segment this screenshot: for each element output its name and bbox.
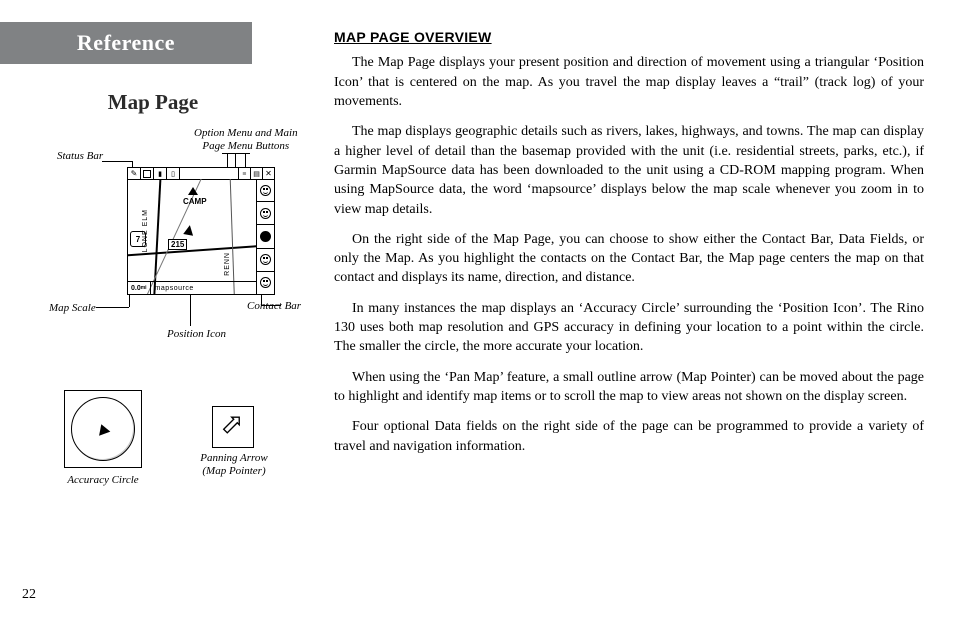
body-paragraph: In many instances the map displays an ‘A… xyxy=(334,299,924,357)
battery-icon: ▯ xyxy=(167,168,179,179)
accuracy-circle-figure xyxy=(64,390,142,468)
leader-line xyxy=(96,307,129,308)
manual-page: Reference Map Page Status Bar Option Men… xyxy=(0,0,954,621)
section-tab: Reference xyxy=(0,22,252,64)
callout-option-menu: Option Menu and Main Page Menu Buttons xyxy=(194,127,298,152)
callout-position-icon: Position Icon xyxy=(167,328,226,341)
gps-scale-row: 0.0mi mapsource xyxy=(128,281,257,294)
panning-arrow-figure: ⬀ xyxy=(212,406,254,448)
callout-status-bar: Status Bar xyxy=(57,150,103,163)
body-paragraph: When using the ‘Pan Map’ feature, a smal… xyxy=(334,368,924,407)
contact-face-icon xyxy=(260,277,271,288)
body-paragraph: The map displays geographic details such… xyxy=(334,122,924,219)
scale-value: 0.0 xyxy=(131,285,141,292)
flag-icon xyxy=(141,168,153,179)
body-paragraph: On the right side of the Map Page, you c… xyxy=(334,230,924,288)
left-column: Map Page xyxy=(58,82,288,121)
contact-face-icon xyxy=(260,208,271,219)
pencil-icon: ✎ xyxy=(128,168,140,179)
leader-line xyxy=(102,161,132,162)
gps-map-area: 7 CAMP 215 LONE ELM RENN 0.0mi mapsource xyxy=(128,179,257,294)
mapsource-tag: mapsource xyxy=(151,285,194,292)
section-heading: MAP PAGE OVERVIEW xyxy=(334,28,924,47)
leader-line xyxy=(235,153,236,168)
position-triangle-icon xyxy=(183,224,195,236)
panning-arrow-caption: Panning Arrow (Map Pointer) xyxy=(189,452,279,477)
contact-face-icon xyxy=(260,185,271,196)
leader-line xyxy=(245,153,246,168)
street-label-lone-elm: LONE ELM xyxy=(142,209,149,252)
camp-label: CAMP xyxy=(183,197,207,206)
gps-contact-bar xyxy=(256,179,274,294)
street-label-renn: RENN xyxy=(224,252,231,276)
tent-icon xyxy=(188,187,198,195)
bearing-label: 215 xyxy=(168,239,187,250)
map-page-diagram: Status Bar Option Menu and Main Page Men… xyxy=(72,124,290,346)
gps-screen: ✎ ▮ ▯ ≡ ▤ ✕ xyxy=(127,167,275,295)
callout-map-scale: Map Scale xyxy=(49,302,96,315)
section-tab-label: Reference xyxy=(77,30,175,56)
position-triangle-icon xyxy=(96,422,111,436)
leader-line xyxy=(261,305,281,306)
option-icon: ▤ xyxy=(251,168,262,179)
menu-icon: ≡ xyxy=(239,168,250,179)
accuracy-circle-caption: Accuracy Circle xyxy=(64,474,142,487)
page-number: 22 xyxy=(22,587,36,603)
signal-icon: ▮ xyxy=(154,168,166,179)
secondary-diagrams: Accuracy Circle ⬀ Panning Arrow (Map Poi… xyxy=(64,380,294,510)
body-paragraph: The Map Page displays your present posit… xyxy=(334,53,924,111)
body-paragraph: Four optional Data fields on the right s… xyxy=(334,417,924,456)
body-text-column: MAP PAGE OVERVIEW The Map Page displays … xyxy=(334,28,924,467)
close-icon: ✕ xyxy=(263,168,274,179)
left-heading: Map Page xyxy=(58,90,248,115)
contact-face-icon xyxy=(260,254,271,265)
cursor-icon: ⬀ xyxy=(220,411,243,439)
callout-contact-bar: Contact Bar xyxy=(247,300,301,313)
leader-line xyxy=(227,153,228,168)
contact-face-icon xyxy=(260,231,271,242)
